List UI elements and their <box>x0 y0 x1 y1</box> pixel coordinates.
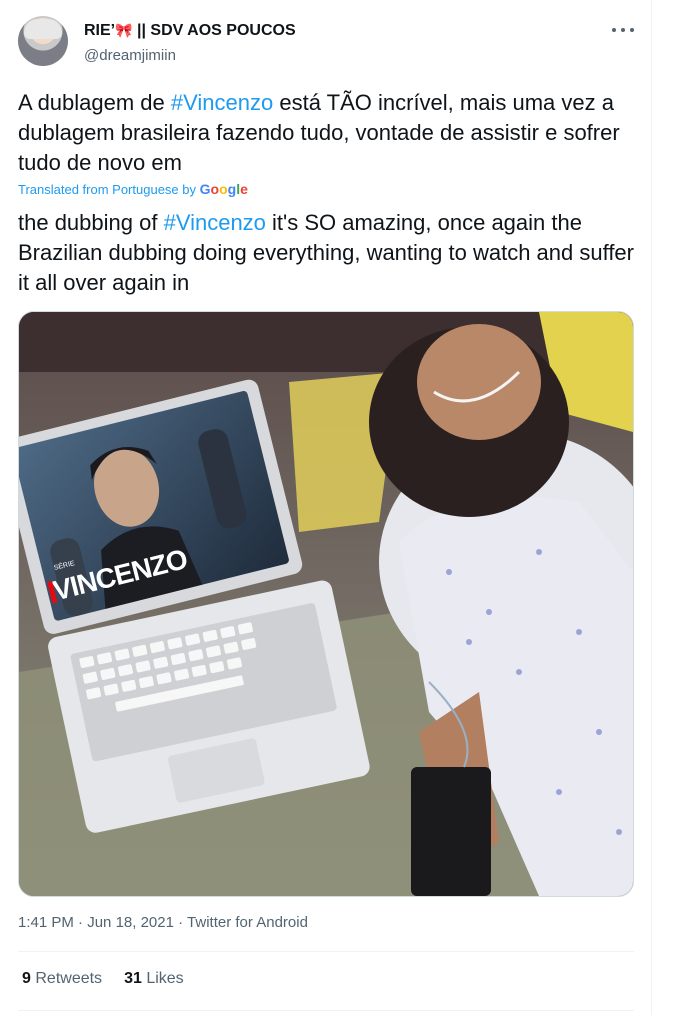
translation-text-start: the dubbing of <box>18 210 164 235</box>
tweet-meta: 1:41 PM · Jun 18, 2021 · Twitter for And… <box>18 914 308 931</box>
likes-stat[interactable]: 31 Likes <box>124 970 184 987</box>
likes-label: Likes <box>146 970 184 987</box>
google-logo: Google <box>200 181 248 197</box>
translated-from-label: Translated from Portuguese by <box>18 182 200 197</box>
more-options-icon[interactable] <box>612 22 634 38</box>
tweet-photo[interactable]: SÉRIE VINCENZO <box>18 311 634 897</box>
display-name[interactable]: RIE’🎀 || SDV AOS POUCOS <box>84 22 296 40</box>
tweet-header: RIE’🎀 || SDV AOS POUCOS @dreamjimiin <box>18 14 634 72</box>
tweet-time[interactable]: 1:41 PM <box>18 914 74 931</box>
tweet-stats: 9 Retweets 31 Likes <box>22 970 206 988</box>
original-text-start: A dublagem de <box>18 90 171 115</box>
divider <box>18 1010 634 1011</box>
retweets-label: Retweets <box>35 970 103 987</box>
display-name-text: RIE’ <box>84 22 116 39</box>
display-name-suffix: || SDV AOS POUCOS <box>137 22 296 39</box>
tweet-text-original: A dublagem de #Vincenzo está TÃO incríve… <box>18 88 634 178</box>
google-letter: G <box>199 181 211 197</box>
tweet-date[interactable]: Jun 18, 2021 <box>87 914 174 931</box>
divider <box>18 951 634 952</box>
tweet-source[interactable]: Twitter for Android <box>187 914 308 931</box>
google-letter: o <box>219 181 228 197</box>
likes-count: 31 <box>124 970 142 987</box>
retweets-stat[interactable]: 9 Retweets <box>22 970 102 987</box>
google-letter: e <box>240 181 248 197</box>
user-handle[interactable]: @dreamjimiin <box>84 47 176 64</box>
retweets-count: 9 <box>22 970 31 987</box>
avatar[interactable] <box>18 16 68 66</box>
hashtag-link[interactable]: #Vincenzo <box>171 90 273 115</box>
photo-illustration: SÉRIE VINCENZO <box>19 312 633 896</box>
hashtag-link[interactable]: #Vincenzo <box>164 210 266 235</box>
google-letter: g <box>227 181 237 197</box>
meta-separator: · <box>78 914 84 931</box>
translation-attribution[interactable]: Translated from Portuguese by Google <box>18 181 248 197</box>
google-letter: o <box>210 181 220 197</box>
bow-emoji-icon: 🎀 <box>115 22 133 38</box>
meta-separator: · <box>178 914 184 931</box>
tweet-text-translation: the dubbing of #Vincenzo it's SO amazing… <box>18 208 634 298</box>
tweet-card: RIE’🎀 || SDV AOS POUCOS @dreamjimiin A d… <box>0 0 652 1015</box>
